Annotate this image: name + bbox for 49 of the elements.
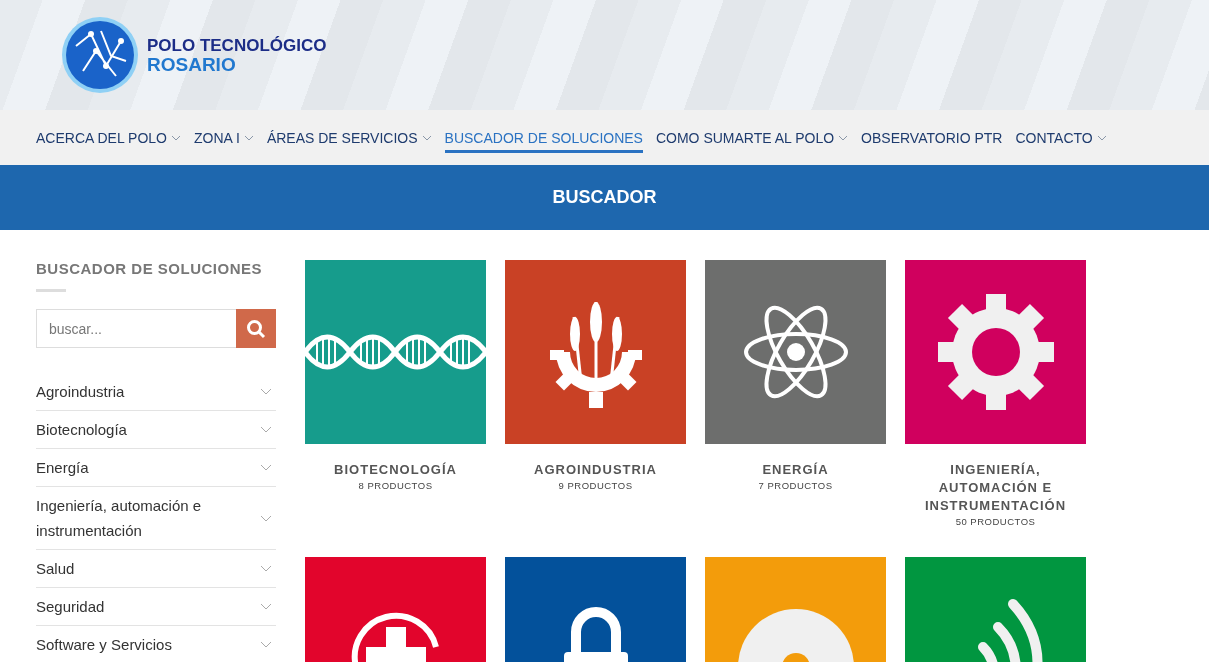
category-item[interactable]: Biotecnología [36, 411, 276, 449]
category-item[interactable]: Ingeniería, automación e instrumentación [36, 487, 276, 550]
chevron-down-icon[interactable] [260, 565, 272, 572]
logo-title[interactable]: POLO TECNOLÓGICO [147, 36, 327, 54]
category-label: Agroindustria [36, 382, 125, 402]
category-item[interactable]: Seguridad [36, 588, 276, 626]
product-count: 7 PRODUCTOS [758, 480, 833, 491]
gear-icon [935, 292, 1056, 412]
category-title[interactable]: INGENIERÍA, AUTOMACIÓN E INSTRUMENTACIÓN [905, 461, 1086, 515]
category-label: Salud [36, 559, 75, 579]
logo-subtitle[interactable]: ROSARIO [147, 54, 327, 74]
category-label: Software y Servicios [36, 635, 172, 655]
product-count: 9 PRODUCTOS [558, 480, 633, 491]
search-icon [246, 318, 266, 339]
category-tile[interactable] [505, 260, 686, 444]
category-item[interactable]: Salud [36, 550, 276, 588]
chevron-down-icon[interactable] [260, 426, 272, 433]
category-label: Seguridad [36, 597, 105, 617]
nav-link[interactable]: ÁREAS DE SERVICIOS [266, 122, 432, 153]
category-tile[interactable] [305, 260, 486, 444]
category-item[interactable]: Software y Servicios [36, 626, 276, 662]
chevron-down-icon[interactable] [260, 641, 272, 648]
banner-title: BUSCADOR [552, 187, 657, 208]
category-item[interactable]: Energía [36, 449, 276, 487]
chevron-down-icon[interactable] [260, 464, 272, 471]
nav-link[interactable]: COMO SUMARTE AL POLO [655, 122, 849, 153]
category-label: Ingeniería, automación e instrumentación [36, 496, 203, 541]
nav-link[interactable]: CONTACTO [1015, 122, 1107, 153]
chevron-down-icon[interactable] [260, 603, 272, 610]
category-label: Biotecnología [36, 420, 127, 440]
category-title[interactable]: ENERGÍA [762, 461, 829, 479]
globe-circuit-icon[interactable] [61, 16, 139, 94]
nav-link[interactable]: BUSCADOR DE SOLUCIONES [444, 122, 643, 153]
category-label: Energía [36, 458, 89, 478]
sidebar-title: BUSCADOR DE SOLUCIONES [36, 260, 264, 277]
category-item[interactable]: Agroindustria [36, 373, 276, 411]
product-count: 50 PRODUCTOS [955, 516, 1036, 527]
search-field[interactable]: buscar... [36, 309, 236, 348]
chevron-down-icon[interactable] [260, 514, 272, 522]
nav-link[interactable]: ACERCA DEL POLO [36, 122, 181, 153]
category-title[interactable]: BIOTECNOLOGÍA [334, 461, 457, 479]
chevron-down-icon[interactable] [260, 388, 272, 395]
product-count: 8 PRODUCTOS [358, 480, 433, 491]
category-tile[interactable] [705, 260, 886, 444]
category-title[interactable]: AGROINDUSTRIA [534, 461, 657, 479]
nav-link[interactable]: OBSERVATORIO PTR [861, 122, 1003, 153]
nav-link[interactable]: ZONA I [194, 122, 254, 153]
search-button[interactable] [236, 309, 276, 348]
category-tile[interactable] [905, 260, 1086, 444]
